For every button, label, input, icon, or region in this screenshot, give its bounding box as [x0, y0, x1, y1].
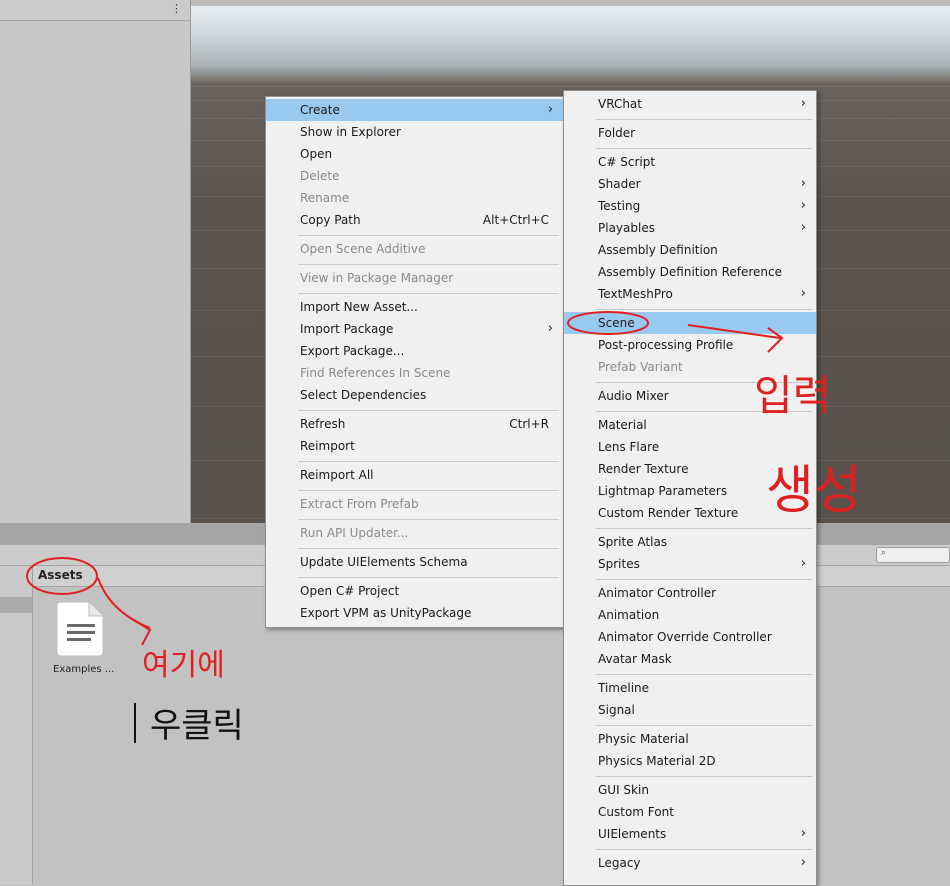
curved-arrow-mark	[97, 577, 151, 629]
annotation-create: 생성	[766, 461, 862, 521]
assets-circle-mark	[26, 557, 98, 595]
annotation-input: 입력	[754, 371, 832, 420]
annotation-right-click: 우클릭	[150, 706, 244, 746]
scene-circle-mark	[567, 311, 649, 335]
straight-arrow-mark	[687, 324, 781, 339]
annotation-here: 여기에	[142, 648, 225, 683]
annotation-layer	[26, 311, 784, 743]
arrowhead-mark	[767, 327, 784, 353]
